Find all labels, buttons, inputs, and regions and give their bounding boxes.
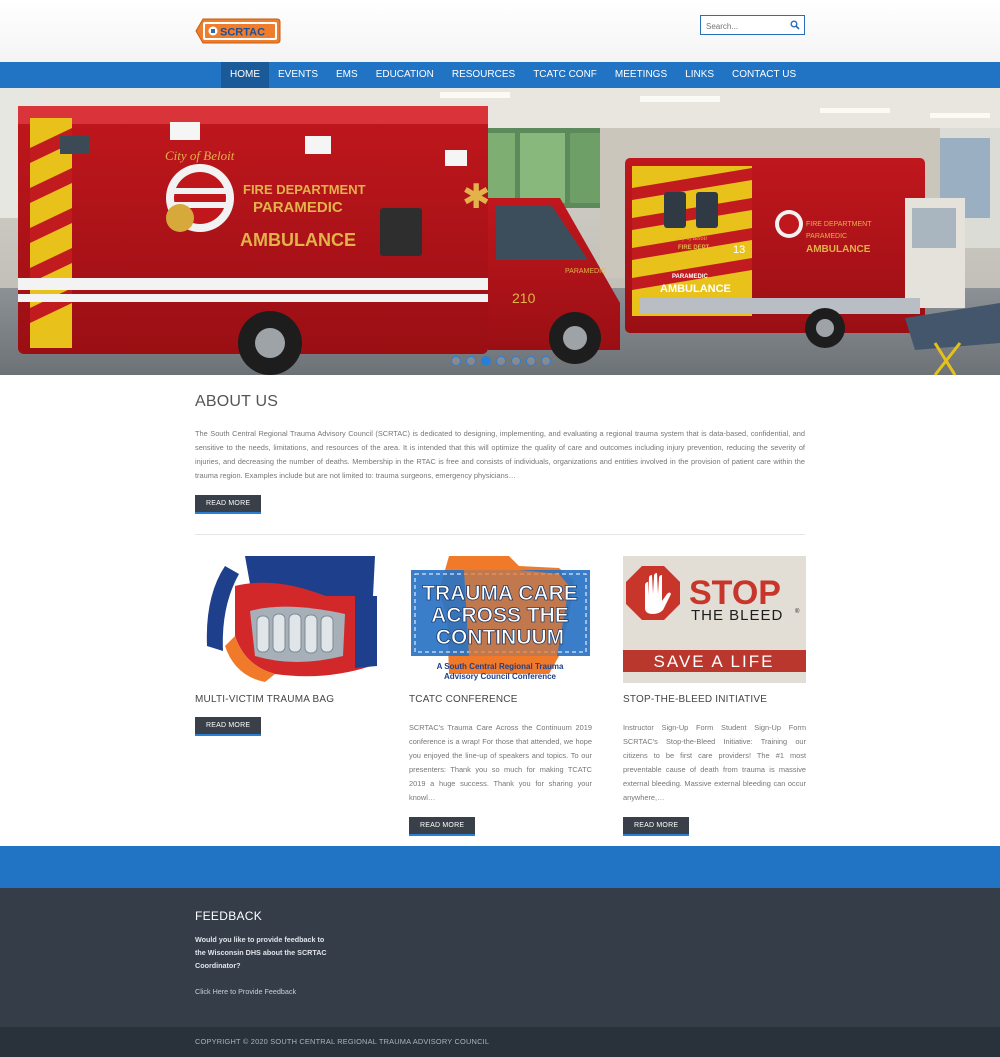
trauma-bag-image[interactable]	[195, 556, 378, 683]
feedback-link[interactable]: Click Here to Provide Feedback	[195, 987, 495, 996]
copyright-text: COPYRIGHT © 2020 SOUTH CENTRAL REGIONAL …	[195, 1037, 490, 1046]
about-read-more-button[interactable]: READ MORE	[195, 495, 262, 514]
card-trauma-bag: MULTI-VICTIM TRAUMA BAG READ MORE	[195, 556, 378, 836]
about-body: The South Central Regional Trauma Adviso…	[195, 429, 805, 480]
nav-item-contact-us[interactable]: CONTACT US	[723, 62, 805, 88]
card-title[interactable]: MULTI-VICTIM TRAUMA BAG	[195, 694, 378, 705]
feature-cards: MULTI-VICTIM TRAUMA BAG READ MORE TRAUMA…	[195, 556, 806, 836]
slide-dot[interactable]	[511, 356, 521, 366]
nav-item-home[interactable]: HOME	[221, 62, 269, 88]
amb2-city: City of Beloit	[675, 235, 707, 242]
amb2-line3: AMBULANCE	[660, 283, 731, 295]
site-header: SCRTAC	[0, 0, 1000, 62]
search-input[interactable]	[701, 17, 785, 36]
svg-text:✱: ✱	[462, 177, 491, 217]
amb1-line1: FIRE DEPARTMENT	[243, 182, 366, 197]
main-nav: HOME EVENTS EMS EDUCATION RESOURCES TCAT…	[0, 62, 1000, 88]
logo-text: SCRTAC	[220, 27, 265, 39]
footer-blue-band	[0, 846, 1000, 888]
nav-item-meetings[interactable]: MEETINGS	[606, 62, 676, 88]
slide-dot[interactable]	[496, 356, 506, 366]
amb2-line2: PARAMEDIC	[672, 274, 709, 280]
feedback-text: Would you like to provide feedback to th…	[195, 935, 327, 970]
slide-dot[interactable]	[466, 356, 476, 366]
tcatc-line1: TRAUMA CARE	[422, 582, 578, 605]
stop-the-bleed-image[interactable]: STOP THE BLEED ® SAVE A LIFE	[623, 556, 806, 683]
stop-the-bleed-read-more-button[interactable]: READ MORE	[623, 817, 690, 836]
card-title[interactable]: STOP-THE-BLEED INITIATIVE	[623, 694, 806, 705]
amb1-number: 210	[512, 290, 536, 306]
amb2-side2: PARAMEDIC	[806, 233, 847, 240]
slide-dot[interactable]	[541, 356, 551, 366]
nav-item-resources[interactable]: RESOURCES	[443, 62, 524, 88]
hero-image: City of Beloit FIRE DEPARTMENT PARAMEDIC…	[0, 88, 1000, 375]
tcatc-line2: ACROSS THE	[431, 604, 569, 627]
card-text: SCRTAC's Trauma Care Across the Continuu…	[409, 723, 592, 802]
search-box[interactable]	[700, 15, 805, 36]
card-text: Instructor Sign-Up Form Student Sign-Up …	[623, 723, 806, 802]
hero-slider[interactable]: City of Beloit FIRE DEPARTMENT PARAMEDIC…	[0, 88, 1000, 375]
nav-item-events[interactable]: EVENTS	[269, 62, 327, 88]
amb1-city: City of Beloit	[165, 148, 235, 163]
amb2-line1: FIRE DEPT.	[678, 245, 711, 251]
nav-item-ems[interactable]: EMS	[327, 62, 367, 88]
tcatc-read-more-button[interactable]: READ MORE	[409, 817, 476, 836]
registered-mark: ®	[795, 608, 800, 615]
amb1-side: PARAMEDIC	[565, 268, 606, 275]
nav-item-education[interactable]: EDUCATION	[367, 62, 443, 88]
trauma-bag-read-more-button[interactable]: READ MORE	[195, 717, 262, 736]
tcatc-sub2: Advisory Council Conference	[444, 672, 557, 681]
card-tcatc-conference: TRAUMA CARE ACROSS THE CONTINUUM A South…	[409, 556, 592, 836]
nav-item-tcatc-conf[interactable]: TCATC CONF	[524, 62, 606, 88]
amb2-number: 13	[733, 244, 745, 256]
amb2-side1: FIRE DEPARTMENT	[806, 221, 872, 228]
copyright-bar: COPYRIGHT © 2020 SOUTH CENTRAL REGIONAL …	[0, 1027, 1000, 1057]
divider	[195, 534, 805, 535]
amb2-side3: AMBULANCE	[806, 244, 871, 255]
card-stop-the-bleed: STOP THE BLEED ® SAVE A LIFE STOP-THE-BL…	[623, 556, 806, 836]
tcatc-sub1: A South Central Regional Trauma	[437, 662, 564, 671]
slide-dot-active[interactable]	[481, 356, 491, 366]
about-section: ABOUT US The South Central Regional Trau…	[195, 375, 806, 836]
amb1-line2: PARAMEDIC	[253, 199, 343, 216]
card-title[interactable]: TCATC CONFERENCE	[409, 694, 592, 705]
site-footer: FEEDBACK Would you like to provide feedb…	[0, 888, 1000, 1027]
tcatc-line3: CONTINUUM	[436, 626, 564, 649]
slide-dot[interactable]	[526, 356, 536, 366]
about-title: ABOUT US	[195, 393, 279, 410]
the-bleed-text: THE BLEED	[691, 607, 783, 624]
slide-dot[interactable]	[451, 356, 461, 366]
feedback-title: FEEDBACK	[195, 909, 263, 923]
slider-dots	[451, 356, 551, 366]
search-icon[interactable]	[790, 20, 800, 30]
amb1-line3: AMBULANCE	[240, 230, 356, 250]
nav-item-links[interactable]: LINKS	[676, 62, 723, 88]
scrtac-logo[interactable]: SCRTAC	[195, 17, 281, 45]
tcatc-image[interactable]: TRAUMA CARE ACROSS THE CONTINUUM A South…	[409, 556, 592, 683]
save-a-life-text: SAVE A LIFE	[654, 652, 775, 671]
